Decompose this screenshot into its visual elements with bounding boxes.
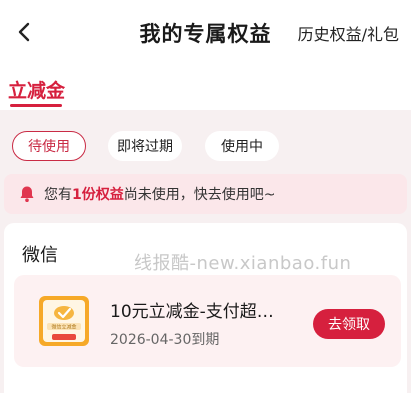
- filter-in-use-chip[interactable]: 使用中: [205, 131, 279, 161]
- section-title: 微信: [22, 245, 58, 266]
- history-rights-link[interactable]: 历史权益/礼包: [298, 21, 399, 45]
- header-bar: 我的专属权益 历史权益/礼包: [0, 0, 411, 64]
- coupon-card: 微信立减金 10元立减金-支付超… 2026-04-30到期 去领取: [14, 275, 401, 367]
- coupon-name: 10元立减金-支付超…: [110, 302, 274, 322]
- reminder-suffix: 尚未使用，快去使用吧~: [123, 187, 276, 203]
- filter-pending-chip[interactable]: 待使用: [12, 131, 86, 161]
- wechat-coupon-icon: 微信立减金: [39, 296, 89, 346]
- tab-discount-credit[interactable]: 立减金: [8, 76, 65, 103]
- coupon-icon-label: 微信立减金: [51, 324, 76, 331]
- claim-button[interactable]: 去领取: [313, 309, 385, 339]
- coupon-expiry: 2026-04-30到期: [110, 332, 220, 348]
- tab-underline: [10, 104, 62, 107]
- reminder-count: 1份权益: [72, 187, 124, 203]
- bell-icon: [20, 186, 34, 202]
- reminder-banner: 您有1份权益尚未使用，快去使用吧~: [4, 174, 407, 214]
- reminder-text: 您有1份权益尚未使用，快去使用吧~: [44, 184, 275, 204]
- wechat-section: 微信 线报酷-new.xianbao.fun 微信立减金 10元立减金-支付超……: [4, 223, 407, 393]
- reminder-prefix: 您有: [44, 187, 72, 203]
- watermark-text: 线报酷-new.xianbao.fun: [134, 253, 352, 274]
- tab-bar: 立减金: [0, 64, 411, 110]
- status-filter-bar: 待使用 即将过期 使用中: [0, 110, 411, 172]
- filter-expiring-chip[interactable]: 即将过期: [108, 131, 182, 161]
